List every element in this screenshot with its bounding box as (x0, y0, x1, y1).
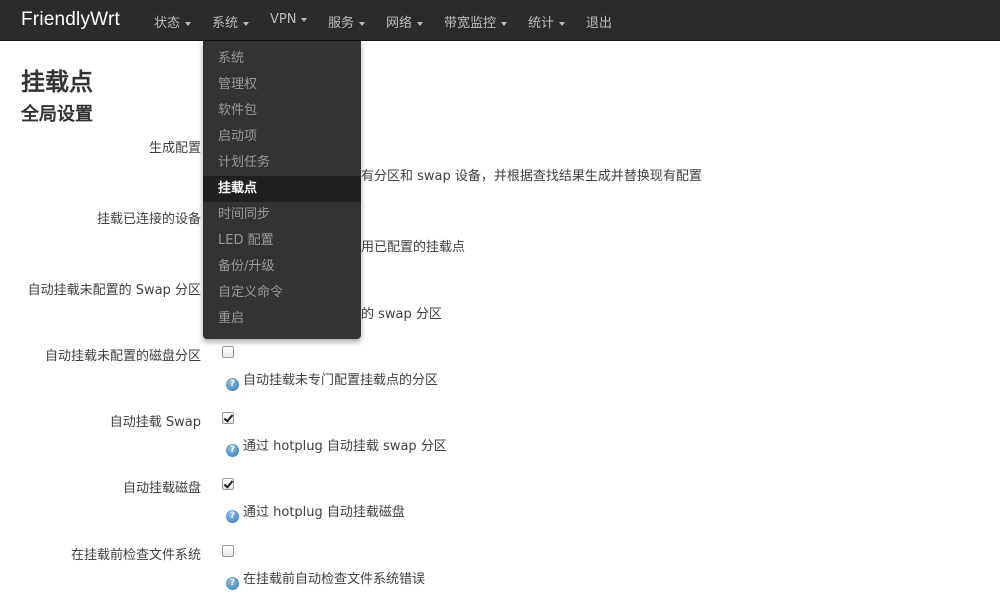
nav-menu-bandwidth[interactable]: 带宽监控 (444, 12, 508, 31)
help-text: 通过 hotplug 自动挂载 swap 分区 (243, 439, 447, 454)
auto-swap-checkbox[interactable] (222, 412, 234, 424)
caret-down-icon (501, 21, 508, 26)
caret-down-icon (185, 21, 192, 26)
setting-help-mount-attached: 用已配置的挂载点 (361, 240, 466, 255)
nav-menu-label: 统计 (528, 16, 555, 31)
setting-label-generate-config: 生成配置 (148, 141, 201, 156)
help-text: 在挂载前自动检查文件系统错误 (243, 572, 426, 587)
dropdown-item-mount-points[interactable]: 挂载点 (203, 176, 361, 202)
nav-menu-logout[interactable]: 退出 (586, 12, 612, 31)
nav-menu-statistics[interactable]: 统计 (528, 12, 566, 31)
help-text: 自动挂载未专门配置挂载点的分区 (243, 373, 439, 388)
setting-label-mount-attached: 挂载已连接的设备 (96, 212, 201, 227)
nav-menu-network[interactable]: 网络 (386, 12, 424, 31)
setting-help-generate-config: 有分区和 swap 设备，并根据查找结果生成并替换现有配置 (361, 169, 702, 184)
dropdown-item-led-config[interactable]: LED 配置 (203, 228, 361, 254)
setting-label-anon-mount: 自动挂载未配置的磁盘分区 (44, 349, 201, 364)
setting-help-check-fs: ? 在挂载前自动检查文件系统错误 (226, 568, 425, 590)
dropdown-item-system[interactable]: 系统 (203, 46, 361, 72)
nav-menu-system[interactable]: 系统 (212, 12, 250, 31)
dropdown-item-software[interactable]: 软件包 (203, 98, 361, 124)
help-question-icon: ? (226, 444, 239, 457)
nav-menu-services[interactable]: 服务 (328, 12, 366, 31)
nav-menu-label: 带宽监控 (444, 16, 497, 31)
nav-menu-label: VPN (270, 12, 297, 27)
dropdown-item-custom-commands[interactable]: 自定义命令 (203, 280, 361, 306)
caret-down-icon (559, 21, 566, 26)
caret-down-icon (243, 21, 250, 26)
help-question-icon: ? (226, 378, 239, 391)
nav-menu-label: 退出 (586, 16, 613, 31)
dropdown-item-startup[interactable]: 启动项 (203, 124, 361, 150)
setting-label-auto-mount: 自动挂载磁盘 (122, 481, 201, 496)
dropdown-item-backup-upgrade[interactable]: 备份/升级 (203, 254, 361, 280)
dropdown-item-reboot[interactable]: 重启 (203, 306, 361, 332)
system-dropdown-menu: 系统 管理权 软件包 启动项 计划任务 挂载点 时间同步 LED 配置 备份/升… (203, 41, 361, 339)
nav-menu-status[interactable]: 状态 (154, 12, 192, 31)
help-question-icon: ? (226, 577, 239, 590)
anon-mount-checkbox[interactable] (222, 346, 234, 358)
dropdown-item-time-sync[interactable]: 时间同步 (203, 202, 361, 228)
nav-menu-label: 服务 (328, 16, 355, 31)
page-title: 挂载点 (21, 68, 93, 96)
setting-help-anon-mount: ? 自动挂载未专门配置挂载点的分区 (226, 369, 438, 391)
top-navbar: FriendlyWrt 状态 系统 VPN 服务 网络 带宽监控 统计 退出 (0, 0, 1000, 41)
dropdown-item-scheduled-tasks[interactable]: 计划任务 (203, 150, 361, 176)
caret-down-icon (359, 21, 366, 26)
setting-help-auto-swap: ? 通过 hotplug 自动挂载 swap 分区 (226, 435, 447, 457)
nav-menu-label: 系统 (212, 16, 239, 31)
check-fs-checkbox[interactable] (222, 545, 234, 557)
setting-label-auto-swap: 自动挂载 Swap (109, 415, 201, 430)
setting-label-check-fs: 在挂载前检查文件系统 (70, 548, 201, 563)
setting-help-auto-mount: ? 通过 hotplug 自动挂载磁盘 (226, 501, 405, 523)
setting-label-anon-swap: 自动挂载未配置的 Swap 分区 (27, 283, 201, 298)
dropdown-item-administration[interactable]: 管理权 (203, 72, 361, 98)
nav-menu-vpn[interactable]: VPN (270, 12, 308, 27)
auto-mount-checkbox[interactable] (222, 478, 234, 490)
help-question-icon: ? (226, 510, 239, 523)
help-text: 通过 hotplug 自动挂载磁盘 (243, 505, 405, 520)
nav-menu-label: 状态 (154, 16, 181, 31)
caret-down-icon (417, 21, 424, 26)
setting-help-anon-swap: 的 swap 分区 (361, 307, 442, 322)
brand-logo[interactable]: FriendlyWrt (21, 9, 120, 31)
nav-menu-label: 网络 (386, 16, 413, 31)
section-title: 全局设置 (21, 104, 93, 125)
caret-down-icon (301, 17, 308, 22)
